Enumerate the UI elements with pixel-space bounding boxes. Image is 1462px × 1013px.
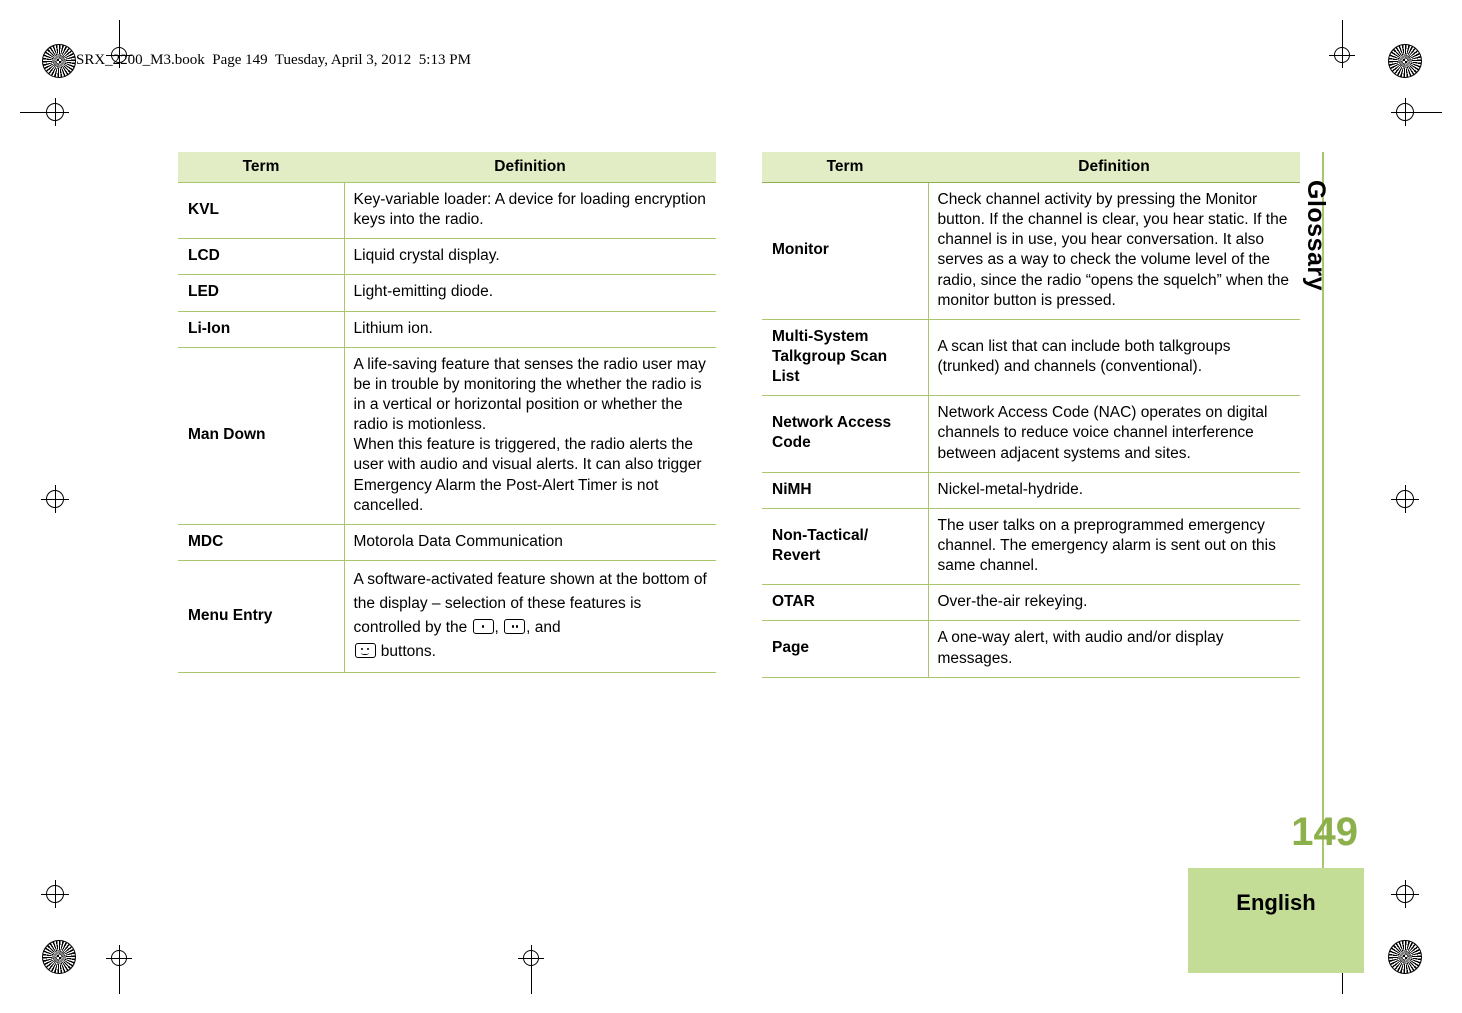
definition-cell-with-button-icons: A software-activated feature shown at th… — [344, 560, 716, 674]
term-cell: LCD — [178, 238, 345, 276]
registration-hatch-top-left — [42, 44, 76, 78]
registration-mark-left-top — [41, 98, 69, 126]
term-cell: KVL — [178, 182, 345, 240]
table-row: LED Light-emitting diode. — [178, 274, 716, 312]
definition-cell: A life-saving feature that senses the ra… — [344, 347, 716, 525]
chapter-tab-glossary: Glossary — [1302, 180, 1330, 292]
definition-cell: Over-the-air rekeying. — [928, 584, 1300, 622]
definition-cell: Motorola Data Communication — [344, 524, 716, 561]
term-cell: Man Down — [178, 347, 345, 525]
table-header-row: Term Definition — [762, 152, 1300, 183]
definition-cell: Check channel activity by pressing the M… — [928, 182, 1300, 320]
page-number: 149 — [1291, 810, 1358, 854]
term-cell: Menu Entry — [178, 560, 345, 674]
definition-cell: Liquid crystal display. — [344, 238, 716, 276]
registration-hatch-bottom-right — [1388, 940, 1422, 974]
two-dot-button-icon — [504, 619, 526, 634]
term-cell: Network Access Code — [762, 395, 929, 473]
term-cell: Page — [762, 620, 929, 678]
definition-cell: Nickel-metal-hydride. — [928, 472, 1300, 509]
term-cell: Non-Tactical/ Revert — [762, 508, 929, 586]
table-row: KVL Key-variable loader: A device for lo… — [178, 182, 716, 240]
crop-line-right — [1414, 112, 1442, 113]
definition-cell: Network Access Code (NAC) operates on di… — [928, 395, 1300, 473]
table-row: LCD Liquid crystal display. — [178, 238, 716, 276]
definition-cell: The user talks on a preprogrammed emerge… — [928, 508, 1300, 586]
table-row: OTAR Over-the-air rekeying. — [762, 584, 1300, 622]
term-cell: Multi-System Talkgroup Scan List — [762, 319, 929, 397]
table-row: Menu Entry A software-activated feature … — [178, 560, 716, 674]
registration-mark-bottom-center — [518, 945, 544, 971]
definition-text-end: buttons. — [376, 643, 436, 661]
definition-cell: A scan list that can include both talkgr… — [928, 319, 1300, 397]
crop-line-bottom — [119, 966, 120, 994]
term-cell: OTAR — [762, 584, 929, 622]
definition-text-middle: , — [494, 619, 504, 636]
registration-mark-right-mid — [1391, 485, 1419, 513]
column-header-definition: Definition — [344, 152, 716, 183]
language-box: English — [1188, 868, 1364, 973]
one-dot-button-icon — [472, 619, 494, 634]
registration-mark-left-mid — [41, 485, 69, 513]
table-row: MDC Motorola Data Communication — [178, 524, 716, 561]
registration-mark-right-bottom — [1391, 880, 1419, 908]
registration-mark-right-top — [1391, 98, 1419, 126]
crop-line-bottom-center — [531, 966, 532, 994]
table-row: Page A one-way alert, with audio and/or … — [762, 620, 1300, 678]
table-row: Li-Ion Lithium ion. — [178, 311, 716, 348]
definition-cell: Light-emitting diode. — [344, 274, 716, 312]
registration-mark-left-bottom — [41, 880, 69, 908]
column-header-definition: Definition — [928, 152, 1300, 183]
book-header-line: SRX_2200_M3.book Page 149 Tuesday, April… — [76, 52, 471, 68]
language-label: English — [1236, 890, 1316, 915]
term-cell: Li-Ion — [178, 311, 345, 348]
registration-mark-bottom-a — [106, 945, 132, 971]
definition-cell: A one-way alert, with audio and/or displ… — [928, 620, 1300, 678]
table-row: Multi-System Talkgroup Scan List A scan … — [762, 319, 1300, 397]
crop-line-top-right — [1342, 20, 1343, 48]
registration-hatch-top-right — [1388, 44, 1422, 78]
table-row: Man Down A life-saving feature that sens… — [178, 347, 716, 525]
table-row: NiMH Nickel-metal-hydride. — [762, 472, 1300, 509]
registration-mark-top-b — [1329, 42, 1355, 68]
definition-text-suffix: , and — [526, 619, 561, 636]
table-header-row: Term Definition — [178, 152, 716, 183]
column-header-term: Term — [178, 152, 344, 183]
definition-cell: Key-variable loader: A device for loadin… — [344, 182, 716, 240]
glossary-table-left-wrapper: Term Definition KVL Key-variable loader:… — [178, 152, 716, 674]
registration-hatch-bottom-left — [42, 940, 76, 974]
crop-line-left — [20, 112, 48, 113]
smile-button-icon — [354, 643, 376, 659]
glossary-table-left: Term Definition KVL Key-variable loader:… — [178, 152, 716, 674]
crop-line-top — [119, 20, 120, 48]
table-row: Network Access Code Network Access Code … — [762, 395, 1300, 473]
glossary-table-right-wrapper: Term Definition Monitor Check channel ac… — [762, 152, 1300, 678]
term-cell: LED — [178, 274, 345, 312]
term-cell: NiMH — [762, 472, 929, 509]
column-header-term: Term — [762, 152, 928, 183]
table-row: Non-Tactical/ Revert The user talks on a… — [762, 508, 1300, 586]
term-cell: Monitor — [762, 182, 929, 320]
definition-cell: Lithium ion. — [344, 311, 716, 348]
glossary-table-right: Term Definition Monitor Check channel ac… — [762, 152, 1300, 678]
term-cell: MDC — [178, 524, 345, 561]
table-row: Monitor Check channel activity by pressi… — [762, 182, 1300, 320]
